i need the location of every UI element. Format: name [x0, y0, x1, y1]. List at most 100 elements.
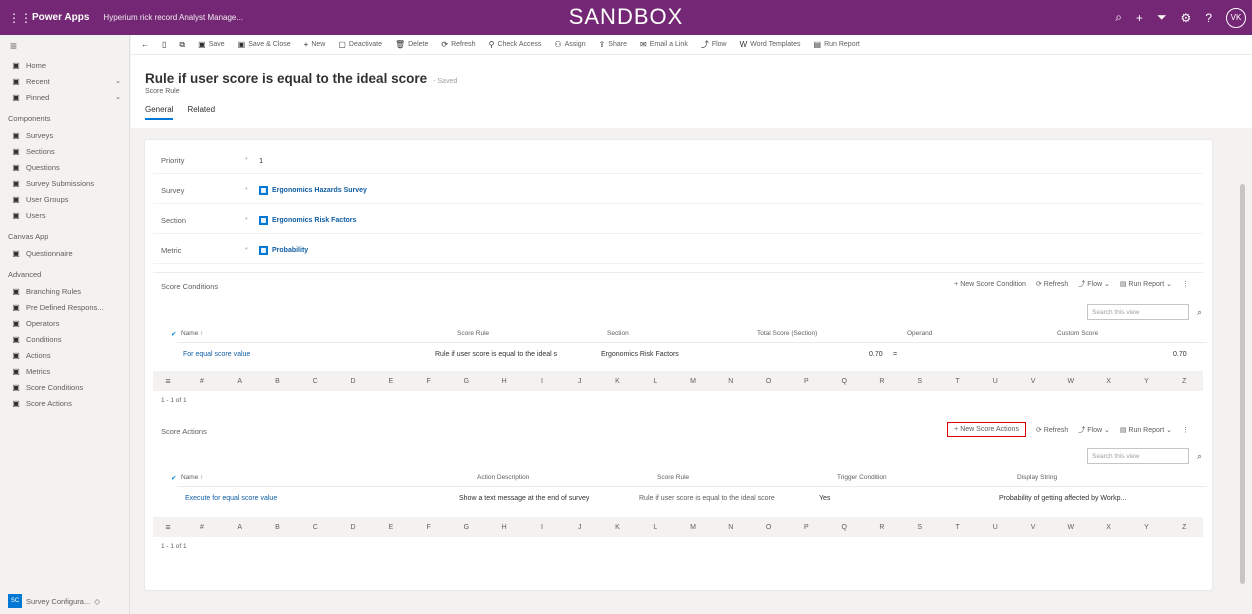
- hamburger-icon[interactable]: ≡: [0, 35, 129, 57]
- area-switcher[interactable]: SC Survey Configura... ◇: [8, 594, 100, 608]
- back-button[interactable]: ←: [141, 40, 149, 49]
- run-report-button[interactable]: ▤ Run Report ⌄: [1120, 280, 1172, 288]
- column-header-display-string[interactable]: Display String: [1017, 474, 1057, 481]
- form-button[interactable]: ▯: [162, 40, 166, 49]
- priority-input[interactable]: 1: [259, 156, 263, 165]
- jump-letter[interactable]: W: [1052, 378, 1090, 385]
- jump-letter[interactable]: G: [447, 378, 485, 385]
- environment-name[interactable]: Hyperium rick record Analyst Manage...: [103, 13, 243, 22]
- sidebar-item-score-actions[interactable]: ▣ Score Actions: [0, 395, 129, 411]
- jump-letter[interactable]: X: [1090, 524, 1128, 531]
- sidebar-item-home[interactable]: ▣ Home: [0, 57, 129, 73]
- run-report-button[interactable]: ▤ Run Report ⌄: [1120, 426, 1172, 434]
- jump-letter[interactable]: H: [485, 378, 523, 385]
- delete-button[interactable]: 🗑 Delete: [395, 40, 428, 49]
- section-lookup[interactable]: ▦ Ergonomics Risk Factors: [259, 216, 356, 225]
- save-button[interactable]: ▣ Save: [198, 40, 225, 49]
- refresh-button[interactable]: ⟳ Refresh: [1036, 280, 1068, 288]
- jump-letter[interactable]: W: [1052, 524, 1090, 531]
- jump-letter[interactable]: X: [1090, 378, 1128, 385]
- plus-icon[interactable]: +: [1136, 11, 1143, 25]
- sidebar-item-operators[interactable]: ▣ Operators: [0, 315, 129, 331]
- jump-letter[interactable]: S: [901, 378, 939, 385]
- chevron-down-icon[interactable]: ⌄: [115, 93, 121, 101]
- search-icon[interactable]: ⌕: [1115, 10, 1122, 25]
- column-header-section[interactable]: Section: [607, 330, 629, 337]
- column-header-name[interactable]: Name ↑: [181, 330, 203, 337]
- help-icon[interactable]: ?: [1205, 11, 1212, 25]
- jump-letter[interactable]: K: [599, 378, 637, 385]
- settings-icon[interactable]: ⚙: [1181, 11, 1192, 25]
- jump-all-icon[interactable]: ≡: [153, 522, 183, 532]
- flow-button[interactable]: ⤴ Flow: [701, 39, 727, 50]
- jump-letter[interactable]: M: [674, 524, 712, 531]
- sidebar-item-metrics[interactable]: ▣ Metrics: [0, 363, 129, 379]
- popout-button[interactable]: ⧉: [179, 40, 185, 50]
- jump-letter[interactable]: R: [863, 378, 901, 385]
- run-report-button[interactable]: ▤ Run Report: [814, 40, 860, 49]
- sidebar-item-actions[interactable]: ▣ Actions: [0, 347, 129, 363]
- jump-letter[interactable]: J: [561, 524, 599, 531]
- user-avatar[interactable]: VK: [1226, 7, 1246, 28]
- jump-letter[interactable]: N: [712, 378, 750, 385]
- sidebar-item-pre-defined-respons[interactable]: ▣ Pre Defined Respons...: [0, 299, 129, 315]
- jump-letter[interactable]: N: [712, 524, 750, 531]
- jump-letter[interactable]: H: [485, 524, 523, 531]
- column-header-trigger-condition[interactable]: Trigger Condition: [837, 474, 887, 481]
- jump-letter[interactable]: K: [599, 524, 637, 531]
- jump-letter[interactable]: Q: [825, 524, 863, 531]
- jump-letter[interactable]: B: [259, 524, 297, 531]
- search-icon[interactable]: ⌕: [1197, 307, 1202, 318]
- jump-letter[interactable]: Y: [1128, 524, 1166, 531]
- jump-all-icon[interactable]: ≡: [153, 376, 183, 386]
- jump-letter[interactable]: M: [674, 378, 712, 385]
- jump-letter[interactable]: L: [636, 378, 674, 385]
- row-name[interactable]: Execute for equal score value: [185, 495, 277, 502]
- sidebar-item-recent[interactable]: ▣ Recent ⌄: [0, 73, 129, 89]
- jump-letter[interactable]: V: [1014, 524, 1052, 531]
- jump-letter[interactable]: D: [334, 524, 372, 531]
- jump-letter[interactable]: O: [750, 378, 788, 385]
- column-header-name[interactable]: Name ↑: [181, 474, 203, 481]
- search-input[interactable]: Search this view ⌕: [1087, 448, 1202, 464]
- jump-letter[interactable]: G: [447, 524, 485, 531]
- waffle-icon[interactable]: ⋮⋮: [8, 11, 32, 25]
- sidebar-item-conditions[interactable]: ▣ Conditions: [0, 331, 129, 347]
- jump-letter[interactable]: I: [523, 378, 561, 385]
- jump-letter[interactable]: P: [788, 378, 826, 385]
- jump-letter[interactable]: Z: [1165, 378, 1203, 385]
- vertical-scrollbar[interactable]: [1240, 184, 1245, 584]
- jump-letter[interactable]: L: [636, 524, 674, 531]
- jump-letter[interactable]: O: [750, 524, 788, 531]
- tab-general[interactable]: General: [145, 105, 174, 120]
- search-input[interactable]: Search this view ⌕: [1087, 304, 1202, 320]
- jump-letter[interactable]: C: [296, 524, 334, 531]
- row-score-rule[interactable]: Rule if user score is equal to the ideal…: [435, 351, 557, 358]
- jump-letter[interactable]: S: [901, 524, 939, 531]
- column-header-operand[interactable]: Operand: [907, 330, 932, 337]
- chevron-down-icon[interactable]: ⌄: [115, 77, 121, 85]
- more-icon[interactable]: ⋮: [1182, 426, 1189, 434]
- jump-letter[interactable]: Y: [1128, 378, 1166, 385]
- assign-button[interactable]: ⚇ Assign: [554, 40, 585, 49]
- jump-letter[interactable]: F: [410, 378, 448, 385]
- jump-letter[interactable]: V: [1014, 378, 1052, 385]
- jump-letter[interactable]: U: [976, 378, 1014, 385]
- app-name[interactable]: Power Apps: [32, 12, 89, 23]
- column-header-score-rule[interactable]: Score Rule: [657, 474, 689, 481]
- word-templates-button[interactable]: W Word Templates: [740, 40, 801, 49]
- jump-letter[interactable]: F: [410, 524, 448, 531]
- deactivate-button[interactable]: ▢ Deactivate: [338, 40, 382, 49]
- row-section[interactable]: Ergonomics Risk Factors: [601, 351, 679, 358]
- column-header-custom-score[interactable]: Custom Score: [1057, 330, 1098, 337]
- column-header-action-description[interactable]: Action Description: [477, 474, 529, 481]
- sidebar-item-branching-rules[interactable]: ▣ Branching Rules: [0, 283, 129, 299]
- jump-letter[interactable]: B: [259, 378, 297, 385]
- share-button[interactable]: ⇪ Share: [599, 40, 627, 49]
- check-access-button[interactable]: ⚲ Check Access: [489, 40, 542, 49]
- refresh-button[interactable]: ⟳ Refresh: [441, 40, 475, 49]
- new-score-condition-button[interactable]: + New Score Condition: [954, 281, 1026, 288]
- jump-letter[interactable]: U: [976, 524, 1014, 531]
- jump-letter[interactable]: I: [523, 524, 561, 531]
- survey-lookup[interactable]: ▦ Ergonomics Hazards Survey: [259, 186, 367, 195]
